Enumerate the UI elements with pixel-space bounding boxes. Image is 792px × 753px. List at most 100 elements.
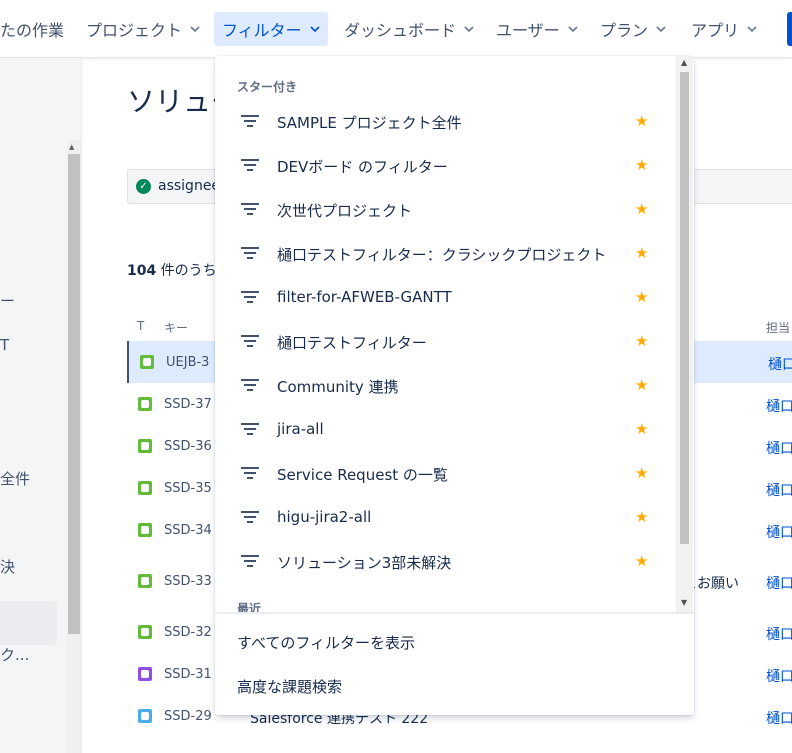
nav-apps-label: アプリ xyxy=(691,21,740,40)
star-icon[interactable]: ★ xyxy=(635,288,648,306)
filter-item-label: DEVボード のフィルター xyxy=(277,158,448,176)
issue-assignee[interactable]: 樋口 xyxy=(766,624,792,644)
filter-icon xyxy=(241,290,259,304)
starred-heading: スター付き xyxy=(237,80,298,94)
result-count-text: 件のうち xyxy=(156,263,217,279)
issue-assignee[interactable]: 樋口 xyxy=(766,438,792,458)
sidebar-item-fragment[interactable]: T xyxy=(0,336,9,354)
filter-item[interactable]: Community 連携 ★ xyxy=(215,365,675,409)
issue-key[interactable]: UEJB-3 xyxy=(166,355,209,370)
sidebar-scrollbar[interactable]: ▲ xyxy=(67,140,81,753)
chevron-down-icon xyxy=(310,26,320,33)
issue-key[interactable]: SSD-36 xyxy=(164,439,212,454)
issue-key[interactable]: SSD-29 xyxy=(164,709,212,724)
issue-type-icon xyxy=(140,355,154,369)
filter-item[interactable]: filter-for-AFWEB-GANTT ★ xyxy=(215,277,675,321)
filter-item-label: Service Request の一覧 xyxy=(277,466,448,484)
issue-assignee[interactable]: 樋口 xyxy=(766,666,792,686)
filter-item[interactable]: higu-jira2-all ★ xyxy=(215,497,675,541)
issue-assignee[interactable]: 樋口 xyxy=(766,522,792,542)
star-icon[interactable]: ★ xyxy=(635,200,648,218)
nav-plans[interactable]: プラン xyxy=(592,12,674,46)
scroll-up-arrow-icon[interactable]: ▲ xyxy=(69,143,74,151)
advanced-issue-search-link[interactable]: 高度な課題検索 xyxy=(237,676,342,697)
issue-key[interactable]: SSD-33 xyxy=(164,574,212,589)
filter-icon xyxy=(241,422,259,436)
nav-projects-label: プロジェクト xyxy=(86,21,183,40)
nav-dashboards[interactable]: ダッシュボード xyxy=(336,12,482,46)
result-count: 104 件のうち xyxy=(127,260,217,280)
filter-item-label: jira-all xyxy=(277,420,324,438)
filter-item[interactable]: 次世代プロジェクト ★ xyxy=(215,189,675,233)
issue-key[interactable]: SSD-31 xyxy=(164,667,212,682)
check-circle-icon: ✓ xyxy=(136,179,151,194)
nav-your-work[interactable]: たの作業 xyxy=(0,12,72,46)
star-icon[interactable]: ★ xyxy=(635,156,648,174)
filter-item[interactable]: DEVボード のフィルター ★ xyxy=(215,145,675,189)
star-icon[interactable]: ★ xyxy=(635,464,648,482)
issue-type-icon xyxy=(138,397,152,411)
filters-dropdown: スター付き SAMPLE プロジェクト全件 ★ DEVボード のフィルター ★ 次世代プ… xyxy=(215,56,694,715)
star-icon[interactable]: ★ xyxy=(635,508,648,526)
nav-people[interactable]: ユーザー xyxy=(488,12,586,46)
column-header-type[interactable]: T xyxy=(137,319,144,333)
scroll-up-arrow-icon[interactable]: ▲ xyxy=(681,58,687,67)
sidebar-item-fragment[interactable]: ー xyxy=(0,290,15,311)
sidebar-scrollbar-thumb[interactable] xyxy=(68,154,80,634)
filter-item[interactable]: SAMPLE プロジェクト全件 ★ xyxy=(215,101,675,145)
chevron-down-icon xyxy=(747,26,757,33)
star-icon[interactable]: ★ xyxy=(635,112,648,130)
nav-filters[interactable]: フィルター xyxy=(214,12,328,46)
star-icon[interactable]: ★ xyxy=(635,244,648,262)
filter-icon xyxy=(241,114,259,128)
issue-key[interactable]: SSD-35 xyxy=(164,481,212,496)
sidebar-selected-item[interactable] xyxy=(0,601,57,645)
scroll-down-arrow-icon[interactable]: ▼ xyxy=(681,598,687,607)
star-icon[interactable]: ★ xyxy=(635,420,648,438)
filter-icon xyxy=(241,554,259,568)
star-icon[interactable]: ★ xyxy=(635,552,648,570)
result-count-number: 104 xyxy=(127,263,157,279)
sidebar-item-fragment[interactable]: 決 xyxy=(0,556,15,577)
filter-item[interactable]: ソリューション3部未解決 ★ xyxy=(215,541,675,585)
filter-icon xyxy=(241,246,259,260)
issue-key[interactable]: SSD-34 xyxy=(164,523,212,538)
nav-your-work-label: たの作業 xyxy=(0,21,65,40)
sidebar-item-fragment[interactable]: ク... xyxy=(0,644,29,665)
filters-dropdown-footer: すべてのフィルターを表示 高度な課題検索 xyxy=(215,612,694,715)
issue-assignee[interactable]: 樋口 xyxy=(768,354,792,374)
issue-assignee[interactable]: 樋口 xyxy=(766,396,792,416)
nav-projects[interactable]: プロジェクト xyxy=(78,12,208,46)
issue-type-icon xyxy=(138,523,152,537)
issue-assignee[interactable]: 樋口 xyxy=(766,708,792,728)
filter-item[interactable]: 樋口テストフィルター：クラシックプロジェクト ★ xyxy=(215,233,675,277)
issue-assignee[interactable]: 樋口 xyxy=(766,573,792,593)
issue-type-icon xyxy=(138,625,152,639)
chevron-down-icon xyxy=(568,26,578,33)
issue-type-icon xyxy=(138,439,152,453)
top-navigation: たの作業 プロジェクト フィルター ダッシュボード ユーザー プラン アプリ xyxy=(0,0,792,58)
nav-apps[interactable]: アプリ xyxy=(683,12,765,46)
create-button[interactable] xyxy=(787,12,792,46)
filter-item-label: higu-jira2-all xyxy=(277,508,372,526)
filter-item-label: 樋口テストフィルター：クラシックプロジェクト xyxy=(277,246,607,264)
dropdown-scrollbar-thumb[interactable] xyxy=(680,72,689,544)
filters-dropdown-list: スター付き SAMPLE プロジェクト全件 ★ DEVボード のフィルター ★ 次世代プ… xyxy=(215,56,694,612)
sidebar-item-fragment[interactable]: 全件 xyxy=(0,468,30,489)
issue-key[interactable]: SSD-32 xyxy=(164,625,212,640)
filter-icon xyxy=(241,378,259,392)
sidebar: ー T 全件 決 ク... ▲ xyxy=(0,58,82,753)
filter-item-label: Community 連携 xyxy=(277,378,399,396)
issue-key[interactable]: SSD-37 xyxy=(164,397,212,412)
dropdown-scrollbar[interactable]: ▲ ▼ xyxy=(676,56,693,612)
column-header-key[interactable]: キー xyxy=(164,319,188,336)
issue-assignee[interactable]: 樋口 xyxy=(766,480,792,500)
star-icon[interactable]: ★ xyxy=(635,376,648,394)
filter-item[interactable]: Service Request の一覧 ★ xyxy=(215,453,675,497)
column-header-assignee[interactable]: 担当 xyxy=(766,319,790,336)
star-icon[interactable]: ★ xyxy=(635,332,648,350)
filter-item[interactable]: 樋口テストフィルター ★ xyxy=(215,321,675,365)
nav-plans-label: プラン xyxy=(600,21,649,40)
filter-item[interactable]: jira-all ★ xyxy=(215,409,675,453)
view-all-filters-link[interactable]: すべてのフィルターを表示 xyxy=(237,632,415,653)
